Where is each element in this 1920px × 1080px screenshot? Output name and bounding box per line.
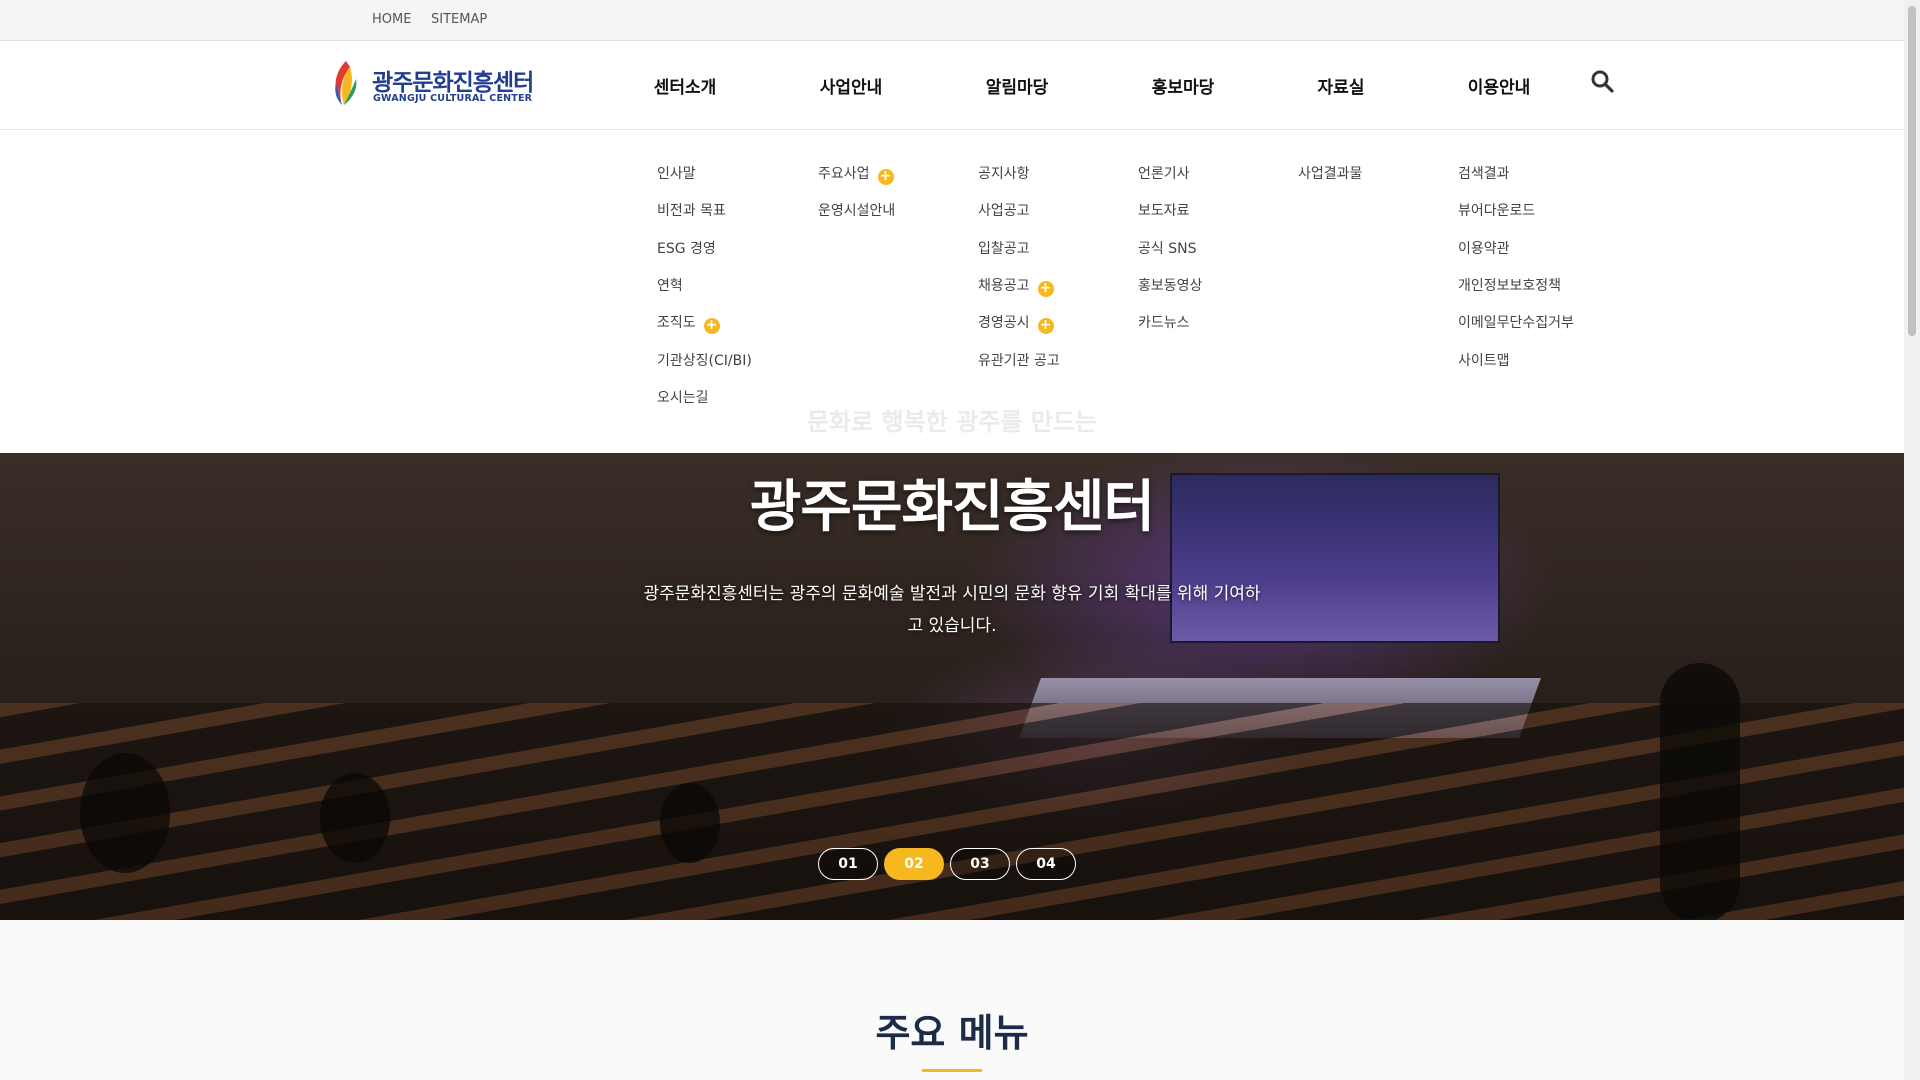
submenu-search-results[interactable]: 검색결과 xyxy=(1458,163,1510,183)
plus-icon: + xyxy=(1037,318,1054,334)
main-section: 주요 메뉴 xyxy=(0,920,1904,1080)
nav-notice[interactable]: 알림마당 xyxy=(986,73,1049,98)
pager-button-02[interactable]: 02 xyxy=(884,848,944,880)
plus-icon: + xyxy=(1037,281,1054,297)
nav-business[interactable]: 사업안내 xyxy=(820,73,883,98)
submenu-label: 경영공시 xyxy=(978,315,1030,331)
submenu-related-announce[interactable]: 유관기관 공고 xyxy=(978,350,1060,370)
submenu-cardnews[interactable]: 카드뉴스 xyxy=(1138,312,1190,332)
pager-button-03[interactable]: 03 xyxy=(950,848,1010,880)
nav-guide[interactable]: 이용안내 xyxy=(1468,73,1531,98)
audience-silhouette xyxy=(320,773,390,863)
submenu-vision[interactable]: 비전과 목표 xyxy=(657,200,726,220)
submenu-press[interactable]: 언론기사 xyxy=(1138,163,1190,183)
submenu-label: 주요사업 xyxy=(818,166,870,182)
submenu-directions[interactable]: 오시는길 xyxy=(657,387,709,407)
submenu-label: 조직도 xyxy=(657,315,696,331)
plus-icon: + xyxy=(703,318,720,334)
submenu-bid-announce[interactable]: 입찰공고 xyxy=(978,238,1030,258)
submenu-organization[interactable]: 조직도 + xyxy=(657,312,720,334)
pager-button-01[interactable]: 01 xyxy=(818,848,878,880)
submenu-viewer-download[interactable]: 뷰어다운로드 xyxy=(1458,200,1535,220)
scrollbar-thumb[interactable] xyxy=(1908,6,1916,336)
submenu-notices[interactable]: 공지사항 xyxy=(978,163,1030,183)
submenu-video[interactable]: 홍보동영상 xyxy=(1138,275,1202,295)
submenu-privacy[interactable]: 개인정보보호정책 xyxy=(1458,275,1561,295)
pager-button-04[interactable]: 04 xyxy=(1016,848,1076,880)
hero-pager: 01 02 03 04 xyxy=(818,848,1076,880)
logo-mark-icon xyxy=(335,61,357,105)
site-logo[interactable]: 광주문화진흥센터 GWANGJU CULTURAL CENTER xyxy=(330,59,540,109)
submenu-results[interactable]: 사업결과물 xyxy=(1298,163,1362,183)
search-button[interactable] xyxy=(1590,69,1616,95)
section-title: 주요 메뉴 xyxy=(875,1011,1029,1055)
submenu-greeting[interactable]: 인사말 xyxy=(657,163,696,183)
sitemap-link[interactable]: SITEMAP xyxy=(431,12,487,27)
utility-bar: HOME SITEMAP xyxy=(0,0,1904,41)
submenu-main-business[interactable]: 주요사업 + xyxy=(818,163,894,185)
submenu-esg[interactable]: ESG 경영 xyxy=(657,238,716,258)
logo-subtext: GWANGJU CULTURAL CENTER xyxy=(373,93,533,104)
submenu-label: 채용공고 xyxy=(978,278,1030,294)
audience-silhouette xyxy=(660,783,720,863)
logo-text: 광주문화진흥센터 xyxy=(372,70,534,96)
submenu-press-release[interactable]: 보도자료 xyxy=(1138,200,1190,220)
plus-icon: + xyxy=(877,169,894,185)
submenu-disclosure[interactable]: 경영공시 + xyxy=(978,312,1054,334)
nav-center-intro[interactable]: 센터소개 xyxy=(654,73,717,98)
audience-silhouette xyxy=(1660,663,1740,920)
site-header: 광주문화진흥센터 GWANGJU CULTURAL CENTER 센터소개 사업… xyxy=(0,41,1904,130)
hero-title: 광주문화진흥센터 xyxy=(749,475,1155,540)
hero-seats-image xyxy=(0,703,1904,920)
submenu-sns[interactable]: 공식 SNS xyxy=(1138,238,1196,258)
search-icon xyxy=(1591,70,1614,93)
submenu-email-refusal[interactable]: 이메일무단수집거부 xyxy=(1458,312,1574,332)
nav-pr[interactable]: 홍보마당 xyxy=(1152,73,1215,98)
hero-banner: 광주문화진흥센터 광주문화진흥센터는 광주의 문화예술 발전과 시민의 문화 향… xyxy=(0,453,1904,920)
submenu-business-announce[interactable]: 사업공고 xyxy=(978,200,1030,220)
submenu-facilities[interactable]: 운영시설안내 xyxy=(818,200,895,220)
hero-description: 광주문화진흥센터는 광주의 문화예술 발전과 시민의 문화 향유 기회 확대를 … xyxy=(643,584,1261,636)
submenu-ci-bi[interactable]: 기관상징(CI/BI) xyxy=(657,350,752,370)
submenu-history[interactable]: 연혁 xyxy=(657,275,683,295)
submenu-sitemap[interactable]: 사이트맵 xyxy=(1458,350,1510,370)
page-scrollbar[interactable] xyxy=(1904,0,1920,1080)
home-link[interactable]: HOME xyxy=(372,12,411,27)
section-title-underline xyxy=(922,1069,982,1072)
hero-ghost-subtitle: 문화로 행복한 광주를 만드는 xyxy=(806,408,1098,436)
submenu-recruit[interactable]: 채용공고 + xyxy=(978,275,1054,297)
nav-archive[interactable]: 자료실 xyxy=(1318,73,1365,98)
submenu-terms[interactable]: 이용약관 xyxy=(1458,238,1510,258)
audience-silhouette xyxy=(80,753,170,873)
